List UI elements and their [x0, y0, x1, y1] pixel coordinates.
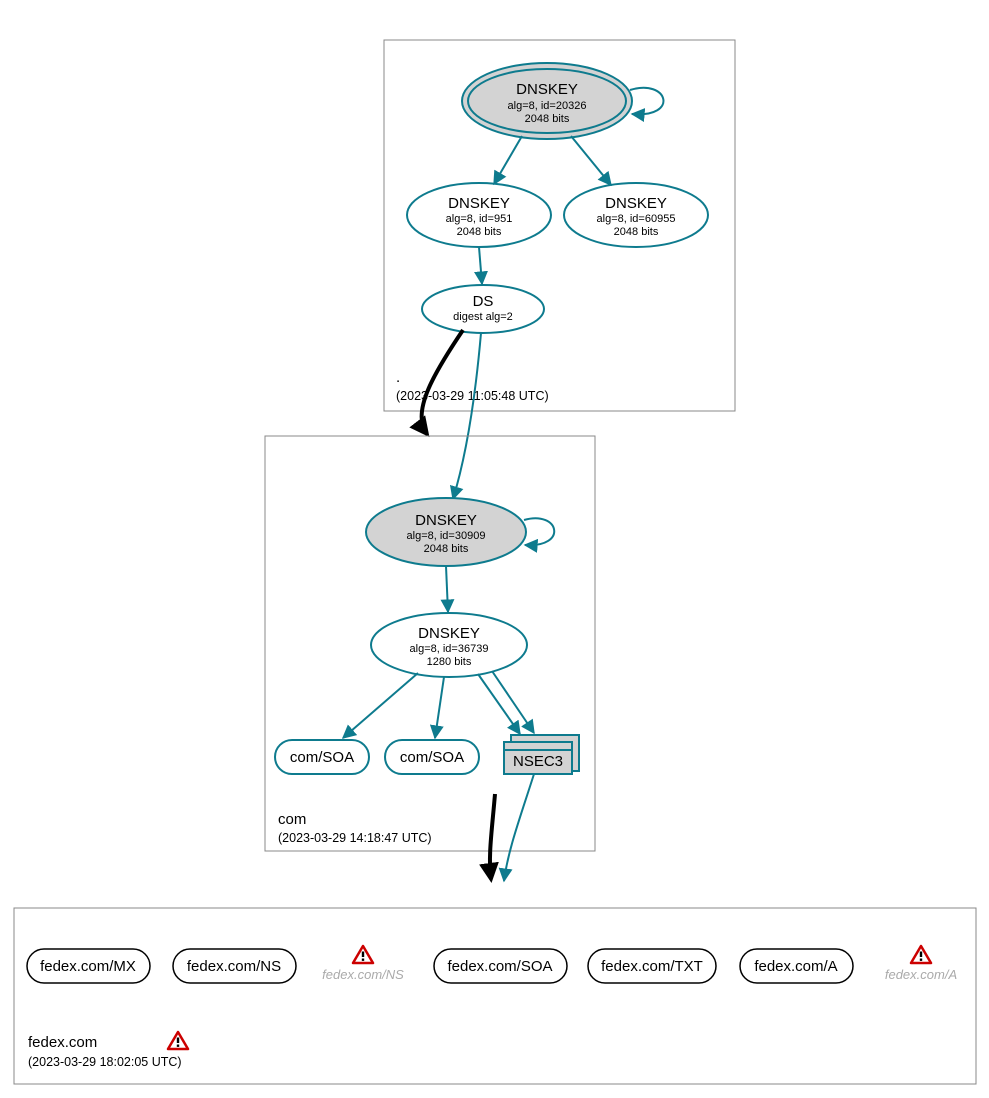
svg-text:DNSKEY: DNSKEY — [418, 625, 480, 642]
rrset-fedex-a-warning: fedex.com/A — [885, 946, 957, 982]
svg-text:DNSKEY: DNSKEY — [415, 512, 477, 529]
edge-com-ksk-to-zsk — [446, 566, 448, 612]
zone-com-label: com — [278, 811, 306, 828]
svg-text:DNSKEY: DNSKEY — [605, 195, 667, 212]
rrset-fedex-txt: fedex.com/TXT — [588, 949, 716, 983]
edge-com-zsk-to-soa2 — [435, 677, 444, 738]
warning-icon — [168, 1032, 188, 1049]
svg-text:DS: DS — [473, 293, 494, 310]
zone-com-timestamp: (2023-03-29 14:18:47 UTC) — [278, 831, 432, 845]
warning-icon — [353, 946, 373, 963]
node-com-ksk: DNSKEY alg=8, id=30909 2048 bits — [366, 498, 554, 566]
svg-text:fedex.com/A: fedex.com/A — [885, 967, 957, 982]
svg-text:fedex.com/TXT: fedex.com/TXT — [601, 958, 703, 975]
node-com-soa-2: com/SOA — [385, 740, 479, 774]
svg-text:fedex.com/SOA: fedex.com/SOA — [447, 958, 552, 975]
svg-text:alg=8, id=20326: alg=8, id=20326 — [508, 100, 587, 112]
zone-com: com (2023-03-29 14:18:47 UTC) DNSKEY alg… — [265, 436, 595, 851]
rrset-fedex-mx: fedex.com/MX — [27, 949, 150, 983]
svg-text:2048 bits: 2048 bits — [424, 543, 469, 555]
zone-root: . (2023-03-29 11:05:48 UTC) DNSKEY alg=8… — [384, 40, 735, 411]
zone-fedex: fedex.com (2023-03-29 18:02:05 UTC) fede… — [14, 908, 976, 1084]
svg-text:alg=8, id=30909: alg=8, id=30909 — [407, 530, 486, 542]
zone-root-timestamp: (2023-03-29 11:05:48 UTC) — [396, 389, 549, 403]
svg-text:2048 bits: 2048 bits — [614, 226, 659, 238]
edge-nsec3-to-fedex — [504, 774, 534, 881]
edge-root-ksk-to-zsk2 — [571, 136, 611, 185]
warning-icon — [911, 946, 931, 963]
node-com-soa-1: com/SOA — [275, 740, 369, 774]
edge-ds-to-com-ksk — [453, 333, 481, 499]
rrset-fedex-soa: fedex.com/SOA — [434, 949, 567, 983]
edge-com-to-fedex-deleg — [490, 794, 495, 879]
edge-root-ksk-to-zsk1 — [494, 136, 522, 184]
svg-text:2048 bits: 2048 bits — [525, 113, 570, 125]
zone-fedex-timestamp: (2023-03-29 18:02:05 UTC) — [28, 1055, 182, 1069]
edge-root-ksk-self — [630, 88, 663, 115]
svg-text:com/SOA: com/SOA — [290, 749, 354, 766]
node-root-zsk-60955: DNSKEY alg=8, id=60955 2048 bits — [564, 183, 708, 247]
svg-text:fedex.com/MX: fedex.com/MX — [40, 958, 136, 975]
rrset-fedex-ns-warning: fedex.com/NS — [322, 946, 404, 982]
rrset-fedex-a: fedex.com/A — [740, 949, 853, 983]
node-root-ds: DS digest alg=2 — [422, 285, 544, 333]
svg-text:2048 bits: 2048 bits — [457, 226, 502, 238]
svg-text:1280 bits: 1280 bits — [427, 656, 472, 668]
edge-com-ksk-self — [524, 518, 554, 545]
svg-text:alg=8, id=36739: alg=8, id=36739 — [410, 643, 489, 655]
svg-text:alg=8, id=60955: alg=8, id=60955 — [597, 213, 676, 225]
zone-root-label: . — [396, 369, 400, 386]
dnsviz-diagram: . (2023-03-29 11:05:48 UTC) DNSKEY alg=8… — [0, 0, 989, 1098]
edge-com-zsk-to-soa1 — [343, 673, 418, 738]
svg-text:fedex.com/NS: fedex.com/NS — [322, 967, 404, 982]
node-com-nsec3: NSEC3 — [504, 735, 579, 774]
svg-text:digest alg=2: digest alg=2 — [453, 311, 513, 323]
node-com-zsk: DNSKEY alg=8, id=36739 1280 bits — [371, 613, 527, 677]
svg-text:alg=8, id=951: alg=8, id=951 — [446, 213, 513, 225]
svg-text:com/SOA: com/SOA — [400, 749, 464, 766]
svg-text:fedex.com/A: fedex.com/A — [754, 958, 837, 975]
node-root-ksk: DNSKEY alg=8, id=20326 2048 bits — [462, 63, 663, 139]
svg-text:DNSKEY: DNSKEY — [448, 195, 510, 212]
zone-fedex-label: fedex.com — [28, 1034, 97, 1051]
svg-text:NSEC3: NSEC3 — [513, 753, 563, 770]
node-root-zsk-951: DNSKEY alg=8, id=951 2048 bits — [407, 183, 551, 247]
svg-text:fedex.com/NS: fedex.com/NS — [187, 958, 281, 975]
edge-root-zsk1-to-ds — [479, 247, 482, 284]
svg-text:DNSKEY: DNSKEY — [516, 81, 578, 98]
rrset-fedex-ns: fedex.com/NS — [173, 949, 296, 983]
edge-root-to-com-deleg — [422, 330, 463, 434]
